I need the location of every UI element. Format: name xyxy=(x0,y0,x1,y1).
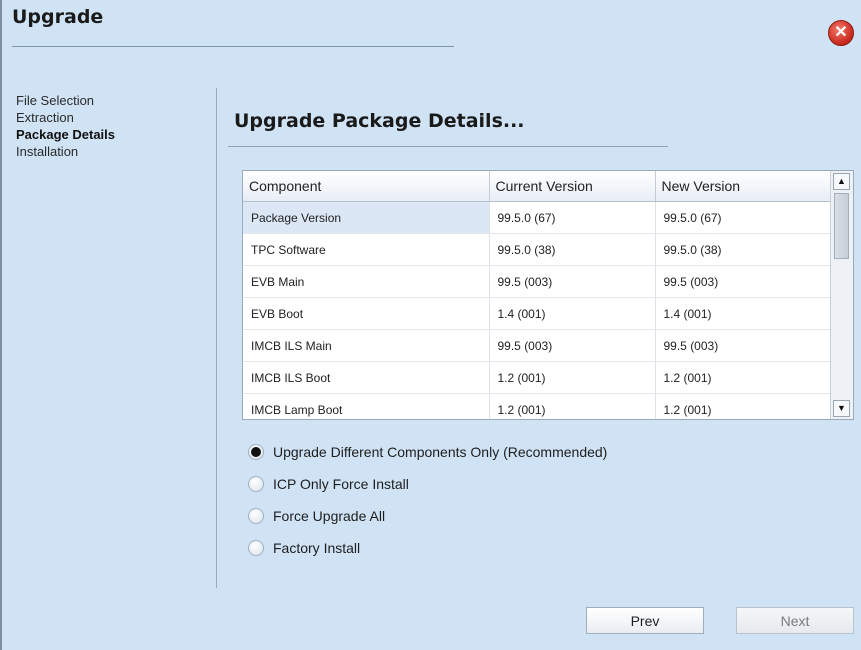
radio-factory-install[interactable] xyxy=(248,540,264,556)
scroll-down-arrow-icon[interactable]: ▼ xyxy=(833,400,850,417)
scroll-up-arrow-icon[interactable]: ▲ xyxy=(833,173,850,190)
cell-new-version: 99.5.0 (67) xyxy=(655,201,831,234)
option-label: Force Upgrade All xyxy=(273,508,386,524)
cell-new-version: 1.2 (001) xyxy=(655,393,831,419)
steps-divider xyxy=(216,88,217,588)
upgrade-options: Upgrade Different Components Only (Recom… xyxy=(248,436,607,564)
cell-current-version: 99.5.0 (38) xyxy=(489,233,656,266)
cell-new-version: 1.2 (001) xyxy=(655,361,831,394)
cell-new-version: 99.5 (003) xyxy=(655,329,831,362)
cell-component: EVB Main xyxy=(243,265,490,298)
option-factory-install[interactable]: Factory Install xyxy=(248,532,607,564)
cell-current-version: 99.5 (003) xyxy=(489,329,656,362)
step-package-details: Package Details xyxy=(16,127,116,142)
table-row[interactable]: Package Version 99.5.0 (67) 99.5.0 (67) xyxy=(243,201,831,234)
upgrade-window: Upgrade ✕ File Selection Extraction Pack… xyxy=(0,0,861,650)
cell-new-version: 99.5 (003) xyxy=(655,265,831,298)
column-header-current-version[interactable]: Current Version xyxy=(489,171,656,202)
option-label: Factory Install xyxy=(273,540,361,556)
table-row[interactable]: IMCB ILS Boot 1.2 (001) 1.2 (001) xyxy=(243,361,831,394)
column-header-new-version[interactable]: New Version xyxy=(655,171,831,202)
cell-current-version: 99.5.0 (67) xyxy=(489,201,656,234)
option-upgrade-different[interactable]: Upgrade Different Components Only (Recom… xyxy=(248,436,607,468)
cell-component: TPC Software xyxy=(243,233,490,266)
close-button[interactable]: ✕ xyxy=(828,20,854,46)
option-label: ICP Only Force Install xyxy=(273,476,409,492)
scroll-thumb[interactable] xyxy=(834,193,849,259)
page-title: Upgrade Package Details... xyxy=(234,110,525,132)
window-title: Upgrade xyxy=(12,6,104,28)
table-row[interactable]: IMCB Lamp Boot 1.2 (001) 1.2 (001) xyxy=(243,393,831,419)
cell-current-version: 99.5 (003) xyxy=(489,265,656,298)
radio-icp-only-force-install[interactable] xyxy=(248,476,264,492)
cell-new-version: 99.5.0 (38) xyxy=(655,233,831,266)
table-row[interactable]: TPC Software 99.5.0 (38) 99.5.0 (38) xyxy=(243,233,831,266)
cell-component: IMCB Lamp Boot xyxy=(243,393,490,419)
cell-current-version: 1.4 (001) xyxy=(489,297,656,330)
cell-new-version: 1.4 (001) xyxy=(655,297,831,330)
cell-component: Package Version xyxy=(243,201,490,234)
cell-component: IMCB ILS Boot xyxy=(243,361,490,394)
step-extraction: Extraction xyxy=(16,110,74,125)
title-divider xyxy=(12,46,454,47)
next-button[interactable]: Next xyxy=(736,607,854,634)
table-row[interactable]: EVB Main 99.5 (003) 99.5 (003) xyxy=(243,265,831,298)
column-header-component[interactable]: Component xyxy=(243,171,490,202)
table-row[interactable]: EVB Boot 1.4 (001) 1.4 (001) xyxy=(243,297,831,330)
option-label: Upgrade Different Components Only (Recom… xyxy=(273,444,608,460)
close-icon: ✕ xyxy=(834,23,848,41)
table-row[interactable]: IMCB ILS Main 99.5 (003) 99.5 (003) xyxy=(243,329,831,362)
radio-upgrade-different[interactable] xyxy=(248,444,264,460)
radio-force-upgrade-all[interactable] xyxy=(248,508,264,524)
cell-component: IMCB ILS Main xyxy=(243,329,490,362)
step-installation: Installation xyxy=(16,144,79,159)
option-icp-only-force-install[interactable]: ICP Only Force Install xyxy=(248,468,607,500)
components-grid[interactable]: Component Current Version New Version Pa… xyxy=(242,170,854,420)
option-force-upgrade-all[interactable]: Force Upgrade All xyxy=(248,500,607,532)
cell-current-version: 1.2 (001) xyxy=(489,361,656,394)
step-file-selection: File Selection xyxy=(16,93,95,108)
grid-vertical-scrollbar[interactable]: ▲ ▼ xyxy=(830,171,853,419)
radio-selected-dot xyxy=(251,447,261,457)
prev-button[interactable]: Prev xyxy=(586,607,704,634)
grid-header-row: Component Current Version New Version xyxy=(243,171,831,202)
heading-divider xyxy=(228,146,668,147)
wizard-steps: File Selection Extraction Package Detail… xyxy=(16,92,115,160)
cell-component: EVB Boot xyxy=(243,297,490,330)
cell-current-version: 1.2 (001) xyxy=(489,393,656,419)
